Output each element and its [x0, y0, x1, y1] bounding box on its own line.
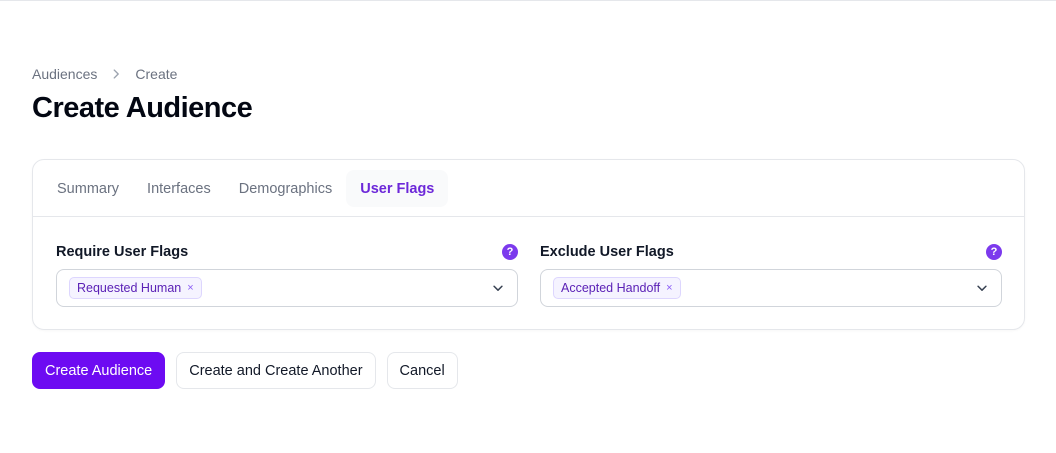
create-audience-button[interactable]: Create Audience: [32, 352, 166, 389]
form-actions: Create Audience Create and Create Anothe…: [32, 352, 458, 389]
tab-bar: Summary Interfaces Demographics User Fla…: [43, 170, 449, 207]
audience-form-card: Summary Interfaces Demographics User Fla…: [32, 159, 1025, 330]
chip-label: Requested Human: [77, 281, 182, 295]
exclude-user-flags-field: Exclude User Flags ? Accepted Handoff ×: [540, 242, 1002, 307]
exclude-user-flags-label: Exclude User Flags: [540, 244, 674, 260]
breadcrumb-audiences-link[interactable]: Audiences: [32, 66, 97, 82]
tab-user-flags[interactable]: User Flags: [346, 170, 449, 207]
help-icon[interactable]: ?: [502, 244, 518, 260]
chevron-down-icon[interactable]: [975, 281, 989, 295]
tab-summary[interactable]: Summary: [43, 170, 133, 207]
chip-label: Accepted Handoff: [561, 281, 661, 295]
breadcrumb: Audiences Create: [32, 66, 177, 82]
chevron-right-icon: [109, 67, 123, 81]
selected-flag-chip: Accepted Handoff ×: [553, 277, 681, 299]
require-user-flags-field: Require User Flags ? Requested Human ×: [56, 242, 518, 307]
require-user-flags-label: Require User Flags: [56, 244, 189, 260]
chevron-down-icon[interactable]: [491, 281, 505, 295]
exclude-user-flags-select[interactable]: Accepted Handoff ×: [540, 269, 1002, 307]
remove-chip-icon[interactable]: ×: [187, 282, 193, 294]
cancel-button[interactable]: Cancel: [386, 352, 458, 389]
top-border: [0, 0, 1056, 1]
breadcrumb-current: Create: [135, 66, 178, 82]
selected-flag-chip: Requested Human ×: [69, 277, 202, 299]
tab-interfaces[interactable]: Interfaces: [133, 170, 225, 207]
page-title: Create Audience: [32, 92, 253, 124]
help-icon[interactable]: ?: [986, 244, 1002, 260]
tab-divider: [33, 216, 1024, 217]
create-and-create-another-button[interactable]: Create and Create Another: [176, 352, 376, 389]
require-user-flags-select[interactable]: Requested Human ×: [56, 269, 518, 307]
remove-chip-icon[interactable]: ×: [666, 282, 672, 294]
tab-demographics[interactable]: Demographics: [225, 170, 347, 207]
